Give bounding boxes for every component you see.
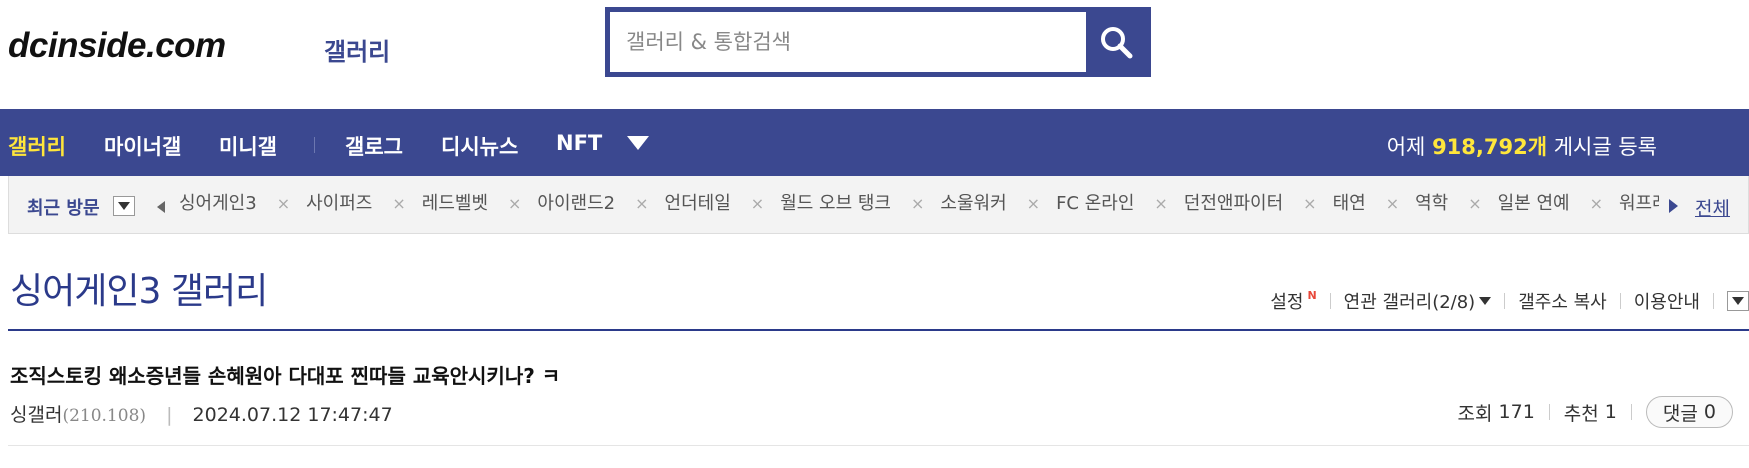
remove-recent-icon[interactable]: × <box>1386 194 1399 213</box>
views-count: 171 <box>1498 401 1535 423</box>
remove-recent-icon[interactable]: × <box>1590 194 1603 213</box>
recent-item[interactable]: 아이랜드2 <box>537 176 615 232</box>
recent-item[interactable]: 일본 연예 <box>1498 176 1570 232</box>
caret-down-icon <box>1732 297 1744 305</box>
remove-recent-icon[interactable]: × <box>911 194 924 213</box>
recent-item[interactable]: 언더테일 <box>665 176 731 232</box>
search-box <box>605 7 1151 77</box>
post-meta: 싱갤러(210.108) | 2024.07.12 17:47:47 <box>10 404 393 426</box>
caret-right-icon <box>1669 199 1678 213</box>
caret-down-icon <box>118 202 130 210</box>
post-stats: 조회 171 추천 1 댓글 0 <box>1457 396 1733 428</box>
remove-recent-icon[interactable]: × <box>392 194 405 213</box>
recent-next-button[interactable] <box>1669 198 1678 217</box>
gallery-menu: 설정 N 연관 갤러리(2/8) 갤주소 복사 이용안내 <box>1270 288 1749 314</box>
nav-dcnews[interactable]: 디시뉴스 <box>441 131 518 161</box>
post-datetime: 2024.07.12 17:47:47 <box>192 404 393 426</box>
remove-recent-icon[interactable]: × <box>277 194 290 213</box>
caret-down-icon <box>1479 297 1492 305</box>
gallery-title[interactable]: 싱어게인3 갤러리 <box>10 262 268 314</box>
site-logo[interactable]: dcinside.com <box>8 26 226 66</box>
recent-item[interactable]: 싱어게인3 <box>179 176 257 232</box>
post-title[interactable]: 조직스토킹 왜소증년들 손혜원아 다대포 찐따들 교육안시키나? ㅋ <box>10 360 560 389</box>
caret-left-icon <box>157 201 165 213</box>
recent-prev-button[interactable] <box>157 198 165 217</box>
nav-divider <box>314 137 315 153</box>
post-count-stat: 어제 918,792개 게시글 등록 <box>1386 135 1657 159</box>
settings-button[interactable]: 설정 N <box>1270 288 1316 314</box>
recent-item[interactable]: 소울워커 <box>940 176 1006 232</box>
post-author-ip: (210.108) <box>62 406 147 426</box>
recent-visits-bar: 최근 방문 싱어게인3 × 사이퍼즈 × 레드벨벳 × 아이랜드2 × 언더테일 × 월드 오브 탱… <box>8 176 1749 234</box>
nav-more-button[interactable] <box>627 135 649 154</box>
search-button[interactable] <box>1086 12 1146 72</box>
remove-recent-icon[interactable]: × <box>508 194 521 213</box>
recent-visits-title: 최근 방문 <box>27 198 100 219</box>
search-input[interactable] <box>610 12 1089 72</box>
guide-button[interactable]: 이용안내 <box>1634 288 1700 314</box>
remove-recent-icon[interactable]: × <box>1303 194 1316 213</box>
recent-item[interactable]: 레드벨벳 <box>422 176 488 232</box>
post-count: 918,792개 <box>1432 135 1548 159</box>
recent-item[interactable]: FC 온라인 <box>1056 176 1134 232</box>
nav-nft[interactable]: NFT <box>556 131 602 155</box>
recent-all-link[interactable]: 전체 <box>1695 194 1730 221</box>
nav-gallery[interactable]: 갤러리 <box>8 131 66 161</box>
triangle-down-icon <box>627 136 649 150</box>
views-label: 조회 <box>1457 402 1493 425</box>
recent-item[interactable]: 워프레임 <box>1619 176 1659 232</box>
search-icon <box>1101 27 1133 59</box>
remove-recent-icon[interactable]: × <box>1154 194 1167 213</box>
site-header: dcinside.com 갤러리 <box>0 0 1749 108</box>
nav-mini-gallery[interactable]: 미니갤 <box>219 131 277 161</box>
post-divider <box>8 445 1749 446</box>
recommend-label: 추천 <box>1563 402 1599 425</box>
post-author[interactable]: 싱갤러 <box>10 404 62 426</box>
recent-item[interactable]: 태연 <box>1333 176 1366 232</box>
title-divider <box>8 329 1749 331</box>
recent-item[interactable]: 월드 오브 탱크 <box>780 176 891 232</box>
comment-button[interactable]: 댓글 0 <box>1645 396 1733 428</box>
recent-visits-list: 싱어게인3 × 사이퍼즈 × 레드벨벳 × 아이랜드2 × 언더테일 × 월드 오브 탱크 × 소울워커… <box>179 176 1659 232</box>
nav-gallog[interactable]: 갤로그 <box>345 131 403 161</box>
related-gallery-button[interactable]: 연관 갤러리(2/8) <box>1344 288 1492 314</box>
recent-item[interactable]: 사이퍼즈 <box>306 176 372 232</box>
remove-recent-icon[interactable]: × <box>635 194 648 213</box>
gallery-home-link[interactable]: 갤러리 <box>324 32 390 67</box>
nav-minor-gallery[interactable]: 마이너갤 <box>104 131 181 161</box>
comment-count: 0 <box>1703 401 1716 423</box>
remove-recent-icon[interactable]: × <box>751 194 764 213</box>
new-badge: N <box>1307 288 1317 302</box>
recent-item[interactable]: 역학 <box>1415 176 1448 232</box>
remove-recent-icon[interactable]: × <box>1468 194 1481 213</box>
recent-item[interactable]: 던전앤파이터 <box>1184 176 1283 232</box>
remove-recent-icon[interactable]: × <box>1027 194 1040 213</box>
copy-address-button[interactable]: 갤주소 복사 <box>1518 288 1607 314</box>
main-nav: 갤러리 마이너갤 미니갤 갤로그 디시뉴스 NFT 어제 918,792개 게시… <box>0 109 1749 176</box>
recommend-count: 1 <box>1604 401 1617 423</box>
recent-visits-toggle[interactable] <box>113 196 135 216</box>
gallery-menu-toggle[interactable] <box>1727 291 1749 311</box>
